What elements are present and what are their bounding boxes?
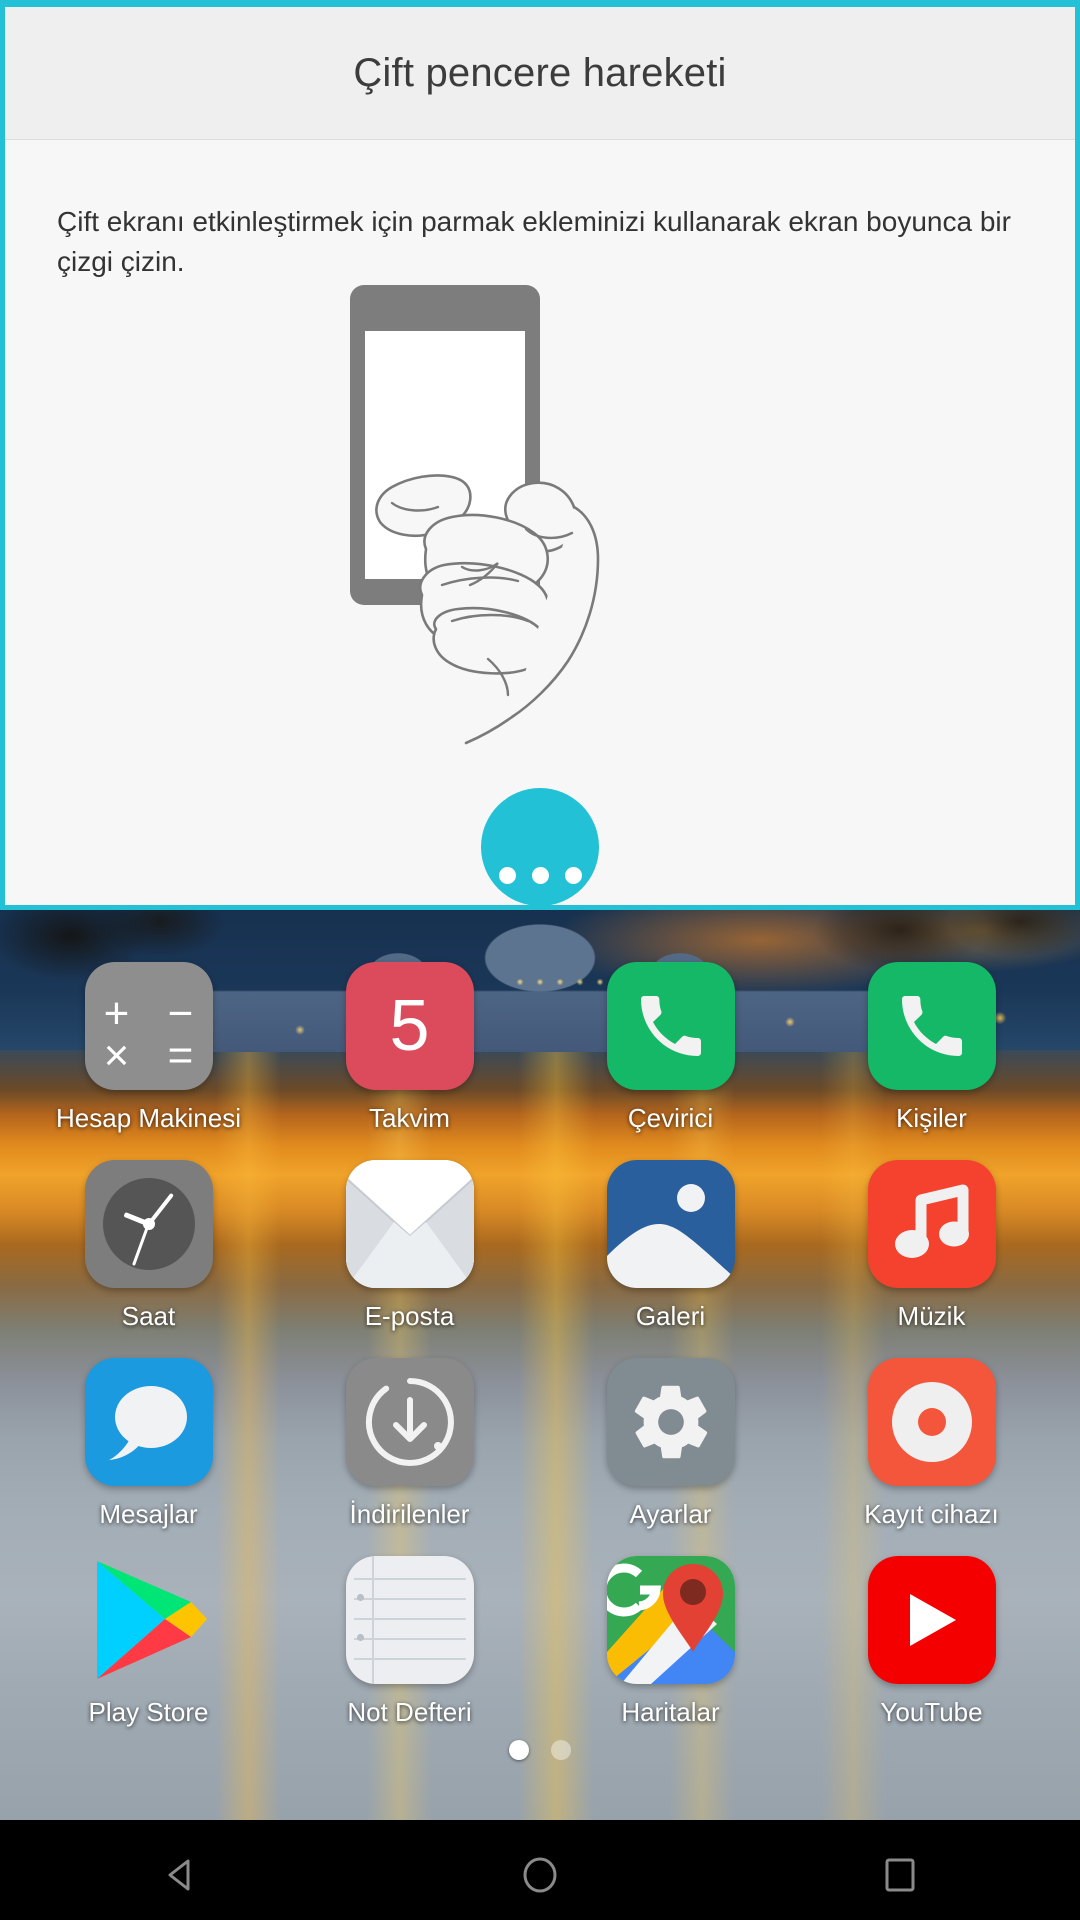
app-label: Takvim — [369, 1103, 450, 1133]
app-label: Çevirici — [627, 1103, 714, 1133]
app-label: Galeri — [635, 1301, 706, 1331]
app-item-dialer[interactable]: Çevirici — [540, 952, 801, 1150]
app-label: Saat — [121, 1301, 176, 1331]
page-title: Çift pencere hareketi — [353, 50, 727, 95]
calendar-day-number: 5 — [389, 986, 430, 1066]
app-item-youtube[interactable]: YouTube — [801, 1546, 1062, 1744]
app-item-maps[interactable]: Haritalar — [540, 1546, 801, 1744]
app-item-clock[interactable]: Saat — [18, 1150, 279, 1348]
gesture-illustration — [5, 277, 1075, 757]
app-item-recorder[interactable]: Kayıt cihazı — [801, 1348, 1062, 1546]
dialog-description: Çift ekranı etkinleştirmek için parmak e… — [57, 206, 1011, 277]
app-item-notepad[interactable]: Not Defteri — [279, 1546, 540, 1744]
settings-gear-icon — [606, 1358, 735, 1486]
dot-2 — [531, 867, 549, 884]
navigation-bar — [0, 1830, 1080, 1920]
calendar-icon: 5 — [345, 962, 474, 1090]
app-item-contacts[interactable]: Kişiler — [801, 952, 1062, 1150]
contacts-phone-icon — [867, 962, 996, 1090]
dot-3 — [564, 867, 582, 884]
app-item-music[interactable]: Müzik — [801, 1150, 1062, 1348]
youtube-play-icon — [867, 1556, 996, 1684]
dot-1 — [498, 867, 516, 884]
music-note-icon — [867, 1160, 996, 1288]
app-item-settings[interactable]: Ayarlar — [540, 1348, 801, 1546]
clock-icon — [84, 1160, 213, 1288]
page-dot-1[interactable] — [509, 1740, 529, 1760]
app-item-calculator[interactable]: + − × = Hesap Makinesi — [18, 952, 279, 1150]
home-button[interactable] — [450, 1830, 630, 1920]
app-item-calendar[interactable]: 5 Takvim — [279, 952, 540, 1150]
page-indicator[interactable] — [0, 1740, 1080, 1760]
app-label: Müzik — [897, 1301, 966, 1331]
dual-window-gesture-dialog: Çift pencere hareketi Çift ekranı etkinl… — [0, 0, 1080, 910]
messages-bubble-icon — [84, 1358, 213, 1486]
recents-button[interactable] — [810, 1830, 990, 1920]
phone-dialer-icon — [606, 962, 735, 1090]
notepad-icon — [345, 1556, 474, 1684]
app-label: Kayıt cihazı — [864, 1499, 999, 1529]
dialog-header: Çift pencere hareketi — [5, 7, 1075, 140]
email-envelope-icon — [345, 1160, 474, 1288]
phone-screen: Çift pencere hareketi Çift ekranı etkinl… — [0, 0, 1080, 1920]
google-play-icon — [85, 1556, 213, 1684]
download-arrow-icon — [345, 1358, 474, 1486]
knuckle-swipe-illustration-svg — [350, 285, 600, 745]
app-label: Hesap Makinesi — [56, 1103, 241, 1133]
app-label: İndirilenler — [349, 1499, 470, 1529]
back-button[interactable] — [90, 1830, 270, 1920]
more-options-button[interactable] — [481, 788, 599, 906]
app-label: Play Store — [88, 1697, 209, 1727]
app-label: Haritalar — [621, 1697, 720, 1727]
app-item-gallery[interactable]: Galeri — [540, 1150, 801, 1348]
app-grid: + − × = Hesap Makinesi 5 Takvim Çevirici K… — [0, 952, 1080, 1727]
app-item-play-store[interactable]: Play Store — [18, 1546, 279, 1744]
app-label: E-posta — [364, 1301, 455, 1331]
app-item-messages[interactable]: Mesajlar — [18, 1348, 279, 1546]
app-label: Ayarlar — [629, 1499, 712, 1529]
google-maps-icon — [606, 1556, 735, 1684]
calculator-icon: + − × = — [84, 962, 213, 1090]
app-label: Kişiler — [896, 1103, 967, 1133]
app-label: Not Defteri — [347, 1697, 472, 1727]
app-label: Mesajlar — [99, 1499, 198, 1529]
app-label: YouTube — [880, 1697, 983, 1727]
app-item-email[interactable]: E-posta — [279, 1150, 540, 1348]
gallery-photo-icon — [606, 1160, 735, 1288]
app-item-downloads[interactable]: İndirilenler — [279, 1348, 540, 1546]
page-dot-2[interactable] — [551, 1740, 571, 1760]
sound-recorder-icon — [867, 1358, 996, 1486]
